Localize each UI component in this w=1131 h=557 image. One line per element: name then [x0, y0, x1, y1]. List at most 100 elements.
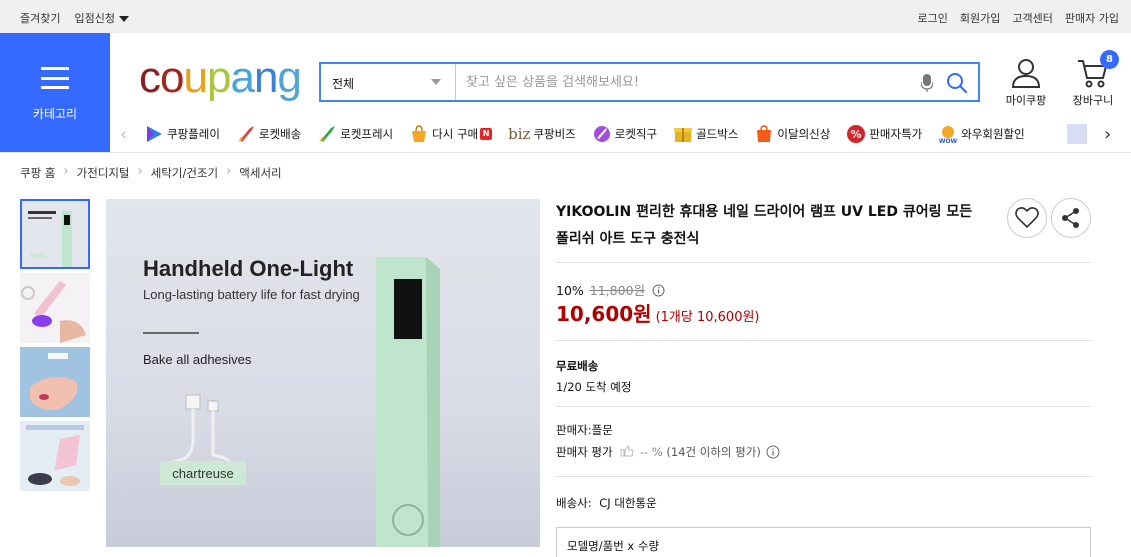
image-text-adhesives: Bake all adhesives [143, 352, 252, 367]
nail-lamp-device [376, 257, 440, 547]
menu-item-coupang-play[interactable]: 쿠팡플레이 [144, 124, 220, 144]
next-promo-icon [1067, 124, 1087, 144]
menu-label: 로켓배송 [258, 127, 302, 141]
rebuy-icon [412, 125, 427, 142]
menu-label: 판매자특가 [869, 127, 923, 141]
breadcrumb-category[interactable]: 가전디지털 [77, 165, 130, 181]
new-arrivals-icon [757, 125, 772, 142]
menu-label: 쿠팡비즈 [533, 127, 576, 141]
thumbnail-list [20, 199, 90, 495]
top-utility-bar: 즐겨찾기 입점신청 로그인 회원가입 고객센터 판매자 가입 [0, 0, 1131, 33]
menu-label: 와우회원할인 [961, 127, 1025, 141]
chevron-right-icon: › [137, 164, 143, 179]
thumbnail-2[interactable] [20, 273, 90, 343]
header-divider [0, 152, 1131, 153]
seller-signup-link[interactable]: 판매자 가입 [1065, 10, 1119, 26]
shipping-title: 무료배송 [556, 359, 599, 373]
breadcrumb-home[interactable]: 쿠팡 홈 [20, 165, 55, 181]
chevron-right-icon: › [63, 164, 69, 179]
seller-rating-label: 판매자 평가 [556, 445, 613, 459]
menu-label: 로켓프레시 [340, 127, 394, 141]
seller-apply-menu[interactable]: 입점신청 [74, 10, 129, 26]
search-scope-select[interactable]: 전체 [321, 64, 456, 100]
coupang-logo[interactable]: coupang [139, 52, 302, 104]
rocket-fresh-icon [319, 126, 336, 142]
shipping-divider [556, 406, 1091, 407]
seller-rating-note: (14건 이하의 평가) [666, 445, 761, 459]
option-select-box[interactable]: 모델명/품번 x 수량 [556, 527, 1091, 557]
menu-item-goldbox[interactable]: 골드박스 [673, 124, 738, 144]
info-icon[interactable] [766, 445, 780, 459]
bookmark-link[interactable]: 즐겨찾기 [20, 10, 60, 26]
carrier-label: 배송사: [556, 496, 592, 510]
main-product-image[interactable]: Handheld One-Light Long-lasting battery … [106, 199, 540, 547]
breadcrumb-subcategory[interactable]: 세탁기/건조기 [151, 165, 218, 181]
mypage-button[interactable]: 마이쿠팡 [996, 58, 1056, 108]
heart-icon [1015, 207, 1039, 229]
search-icon[interactable] [946, 72, 968, 94]
image-headline: Handheld One-Light [143, 256, 354, 281]
category-label: 카테고리 [32, 107, 78, 121]
color-tag-text: chartreuse [172, 466, 233, 481]
microphone-icon[interactable] [921, 73, 933, 93]
seller-deal-icon: % [847, 125, 866, 143]
menu-item-biz[interactable]: biz 쿠팡비즈 [508, 124, 576, 144]
info-icon[interactable] [652, 284, 665, 297]
thumbnail-4[interactable] [20, 421, 90, 491]
search-bar: 전체 [319, 62, 980, 102]
menu-label: 골드박스 [696, 127, 739, 141]
title-divider [556, 262, 1091, 263]
thumbnail-3[interactable] [20, 347, 90, 417]
svg-text:WOW: WOW [939, 138, 958, 144]
wow-discount-icon: WOW [939, 126, 958, 144]
breadcrumb-current[interactable]: 액세서리 [239, 165, 281, 181]
unit-price: (1개당 10,600원) [655, 310, 760, 325]
image-subtext: Long-lasting battery life for fast dryin… [143, 287, 360, 302]
wishlist-button[interactable] [1007, 198, 1047, 238]
service-menu: ‹ 쿠팡플레이 로켓배송 로켓프레시 다시 구매 N biz 쿠팡비즈 로켓직구 [120, 124, 1120, 146]
login-link[interactable]: 로그인 [918, 10, 948, 26]
menu-item-rebuy[interactable]: 다시 구매 N [409, 124, 493, 144]
menu-item-wow-discount[interactable]: WOW 와우회원할인 [938, 124, 1025, 144]
menu-item-new-arrivals[interactable]: 이달의신상 [754, 124, 830, 144]
share-button[interactable] [1051, 198, 1091, 238]
original-price: 11,800원 [589, 283, 646, 298]
customer-center-link[interactable]: 고객센터 [1012, 10, 1052, 26]
user-icon [1011, 59, 1041, 88]
menu-item-rocket-global[interactable]: 로켓직구 [592, 124, 657, 144]
thumbnail-1[interactable] [20, 199, 90, 269]
seller-apply-label: 입점신청 [74, 12, 115, 25]
svg-text:%: % [851, 128, 862, 141]
mypage-label: 마이쿠팡 [1005, 94, 1047, 107]
menu-item-rocket-delivery[interactable]: 로켓배송 [236, 124, 301, 144]
search-input[interactable] [458, 64, 908, 100]
menu-label: 이달의신상 [777, 127, 831, 141]
signup-link[interactable]: 회원가입 [960, 10, 1000, 26]
category-button[interactable]: 카테고리 [0, 33, 110, 152]
option-label: 모델명/품번 x 수량 [567, 539, 660, 553]
seller-rating-row: 판매자 평가 -- % (14건 이하의 평가) [556, 444, 780, 460]
sale-price: 10,600원 [556, 302, 652, 326]
chevron-left-icon[interactable]: ‹ [120, 125, 127, 145]
menu-label: 다시 구매 [432, 127, 479, 141]
search-scope-value: 전체 [332, 77, 355, 91]
menu-item-rocket-fresh[interactable]: 로켓프레시 [317, 124, 393, 144]
caret-down-icon [118, 16, 129, 22]
discount-row: 10% 11,800원 [556, 280, 665, 299]
chevron-right-icon[interactable]: › [1104, 125, 1111, 145]
thumbs-up-icon [620, 445, 634, 457]
rocket-delivery-icon [237, 126, 254, 142]
menu-item-seller-deal[interactable]: % 판매자특가 [846, 124, 922, 144]
seller-name[interactable]: 판매자:플문 [556, 422, 613, 438]
biz-icon: biz [508, 125, 531, 143]
coupang-play-icon [147, 126, 162, 142]
rocket-global-icon [593, 126, 610, 142]
price-divider [556, 340, 1091, 341]
share-icon [1062, 208, 1079, 228]
goldbox-icon [674, 128, 693, 142]
carrier-name: CJ 대한통운 [599, 496, 657, 510]
arrival-date: 1/20 도착 예정 [556, 380, 632, 394]
seller-divider [556, 476, 1091, 477]
carrier-row: 배송사: CJ 대한통운 [556, 495, 657, 511]
new-badge: N [480, 128, 493, 140]
